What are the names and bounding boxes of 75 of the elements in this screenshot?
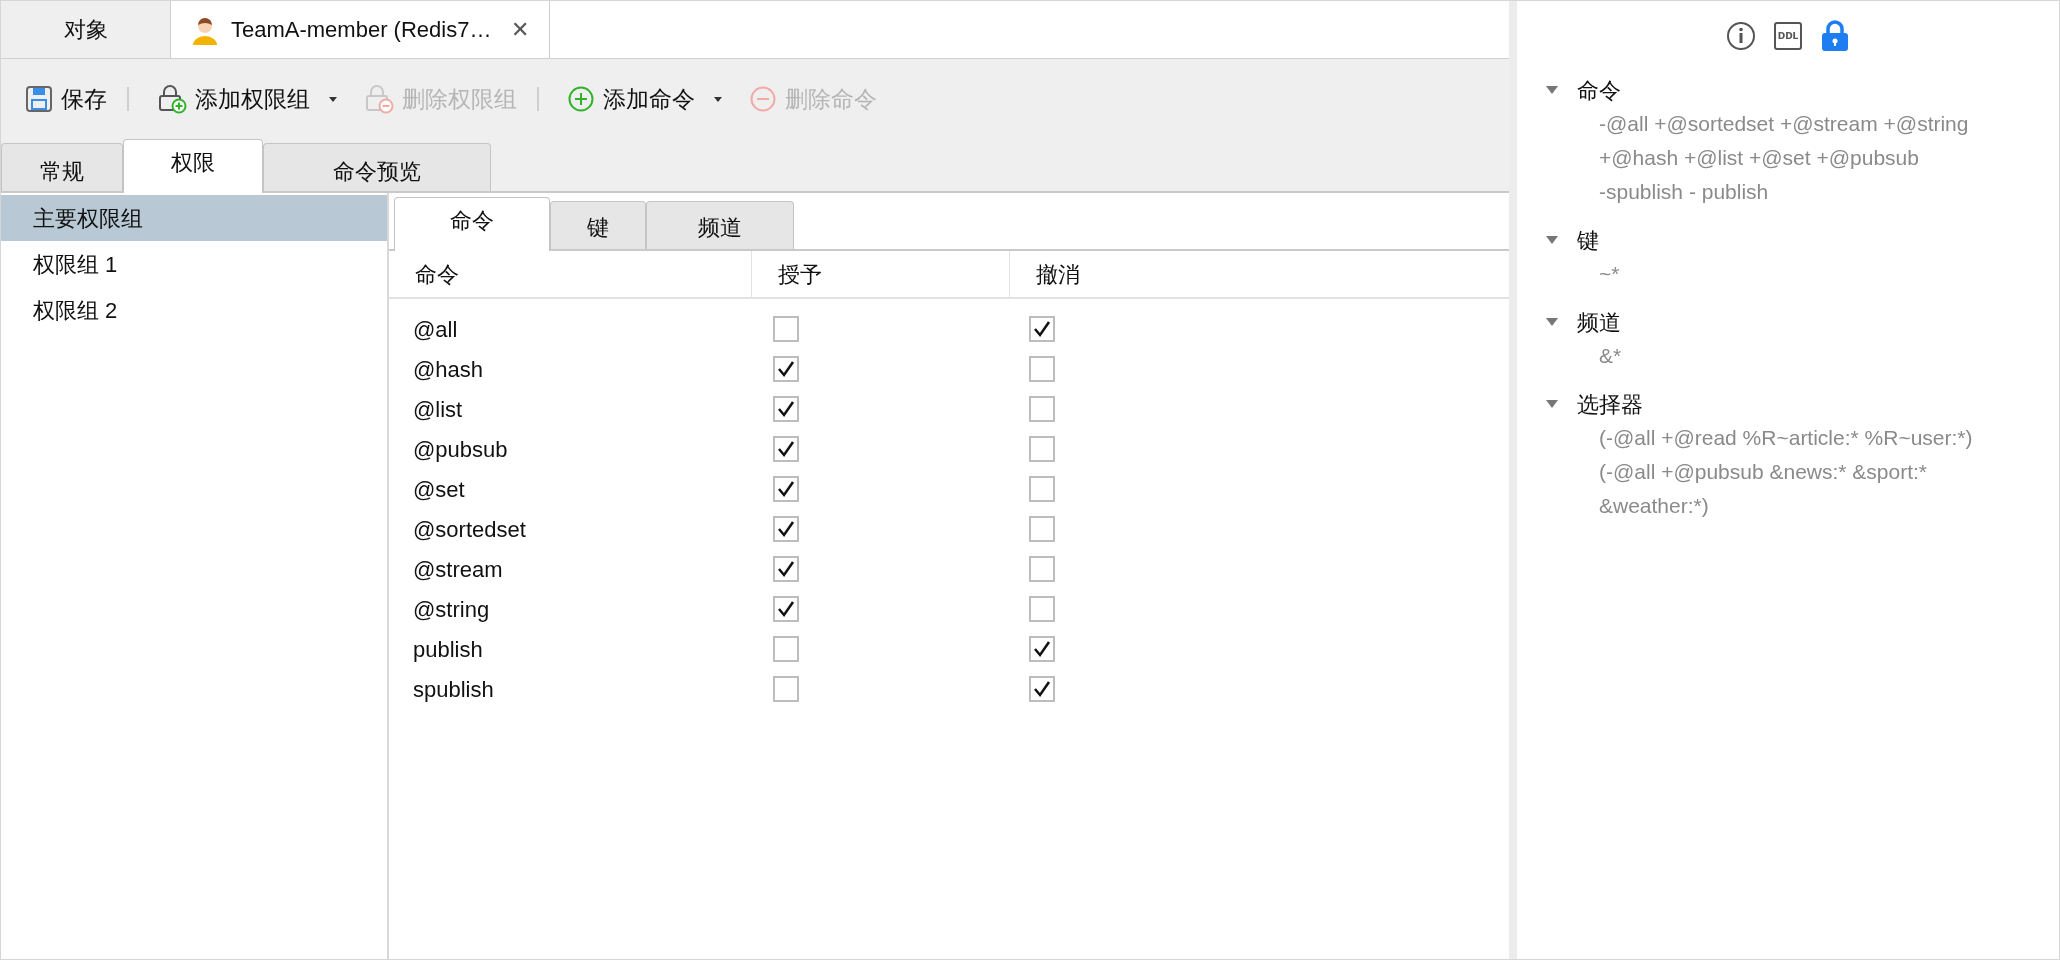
rule-text: (-@all +@read %R~article:* %R~user:*)	[1598, 425, 1974, 451]
checkbox[interactable]	[773, 676, 799, 702]
plus-circle-icon	[567, 85, 595, 113]
toolbar-button[interactable]: 添加命令	[563, 81, 729, 117]
close-button[interactable]: ✕	[511, 13, 530, 46]
disclosure-triangle-icon[interactable]	[1545, 235, 1559, 245]
rule-text: +@hash +@list +@set +@pubsub	[1598, 145, 1920, 171]
tab-label: 对象	[63, 16, 108, 44]
toolbar-button[interactable]: 保存	[21, 81, 111, 117]
section-tab[interactable]: 常规	[1, 143, 123, 191]
section-tab[interactable]: 权限	[123, 139, 263, 193]
checkbox[interactable]	[773, 476, 799, 502]
checkbox[interactable]	[773, 436, 799, 462]
section-tab[interactable]: 命令预览	[263, 143, 491, 191]
section-title: 命令	[1577, 76, 1621, 105]
checkbox[interactable]	[1029, 476, 1055, 502]
caret-icon	[326, 94, 340, 104]
tab-label: TeamA-member (Redis7…	[231, 16, 492, 44]
command-cell-text: spublish	[412, 675, 495, 704]
command-cell-text: @string	[412, 595, 491, 624]
checkbox[interactable]	[773, 556, 799, 582]
command-cell-text: @stream	[412, 555, 504, 584]
rule-text: (-@all +@pubsub &news:* &sport:*	[1598, 459, 1929, 485]
command-cell-text: @set	[412, 475, 466, 504]
checkbox[interactable]	[1029, 396, 1055, 422]
section-title: 键	[1577, 226, 1599, 255]
checkbox[interactable]	[773, 636, 799, 662]
checkbox[interactable]	[1029, 436, 1055, 462]
permission-tab[interactable]: 键	[550, 201, 646, 249]
command-cell-text: @all	[412, 315, 459, 344]
rule-text: -spublish - publish	[1598, 179, 1770, 205]
info-icon[interactable]	[1726, 21, 1756, 51]
minus-circle-icon	[749, 85, 777, 113]
permission-tab[interactable]: 命令	[394, 197, 550, 251]
rule-text: &weather:*)	[1598, 493, 1710, 519]
checkbox[interactable]	[1029, 636, 1055, 662]
checkbox[interactable]	[1029, 676, 1055, 702]
checkbox[interactable]	[1029, 356, 1055, 382]
lock-remove-icon	[364, 84, 394, 114]
rule-text: ~*	[1598, 261, 1621, 287]
document-tab[interactable]: 对象	[1, 1, 171, 58]
checkbox[interactable]	[1029, 516, 1055, 542]
caret-icon	[711, 94, 725, 104]
section-title: 选择器	[1577, 390, 1643, 419]
disclosure-triangle-icon[interactable]	[1545, 317, 1559, 327]
section-title: 频道	[1577, 308, 1621, 337]
command-cell-text: publish	[412, 635, 484, 664]
group-item[interactable]: 主要权限组	[1, 195, 387, 241]
rule-text: &*	[1598, 343, 1623, 369]
column-header: 授予	[778, 260, 822, 289]
checkbox[interactable]	[773, 356, 799, 382]
disclosure-triangle-icon[interactable]	[1545, 399, 1559, 409]
command-cell-text: @sortedset	[412, 515, 527, 544]
checkbox[interactable]	[1029, 316, 1055, 342]
rule-text: -@all +@sortedset +@stream +@string	[1598, 111, 1970, 137]
group-item[interactable]: 权限组 1	[1, 241, 387, 287]
column-header: 撤消	[1036, 260, 1080, 289]
save-icon	[25, 85, 53, 113]
column-header: 命令	[415, 260, 459, 289]
checkbox[interactable]	[773, 596, 799, 622]
command-cell-text: @pubsub	[412, 435, 509, 464]
disclosure-triangle-icon[interactable]	[1545, 85, 1559, 95]
lock-add-icon	[157, 84, 187, 114]
checkbox[interactable]	[773, 516, 799, 542]
ddl-button[interactable]: DDL	[1774, 22, 1802, 50]
checkbox[interactable]	[773, 396, 799, 422]
lock-icon[interactable]	[1820, 20, 1850, 52]
permission-tab[interactable]: 频道	[646, 201, 794, 249]
command-cell-text: @list	[412, 395, 464, 424]
checkbox[interactable]	[1029, 556, 1055, 582]
command-cell-text: @hash	[412, 355, 485, 384]
toolbar-button[interactable]: 添加权限组	[153, 81, 344, 117]
group-item[interactable]: 权限组 2	[1, 287, 387, 333]
checkbox[interactable]	[773, 316, 799, 342]
checkbox[interactable]	[1029, 596, 1055, 622]
